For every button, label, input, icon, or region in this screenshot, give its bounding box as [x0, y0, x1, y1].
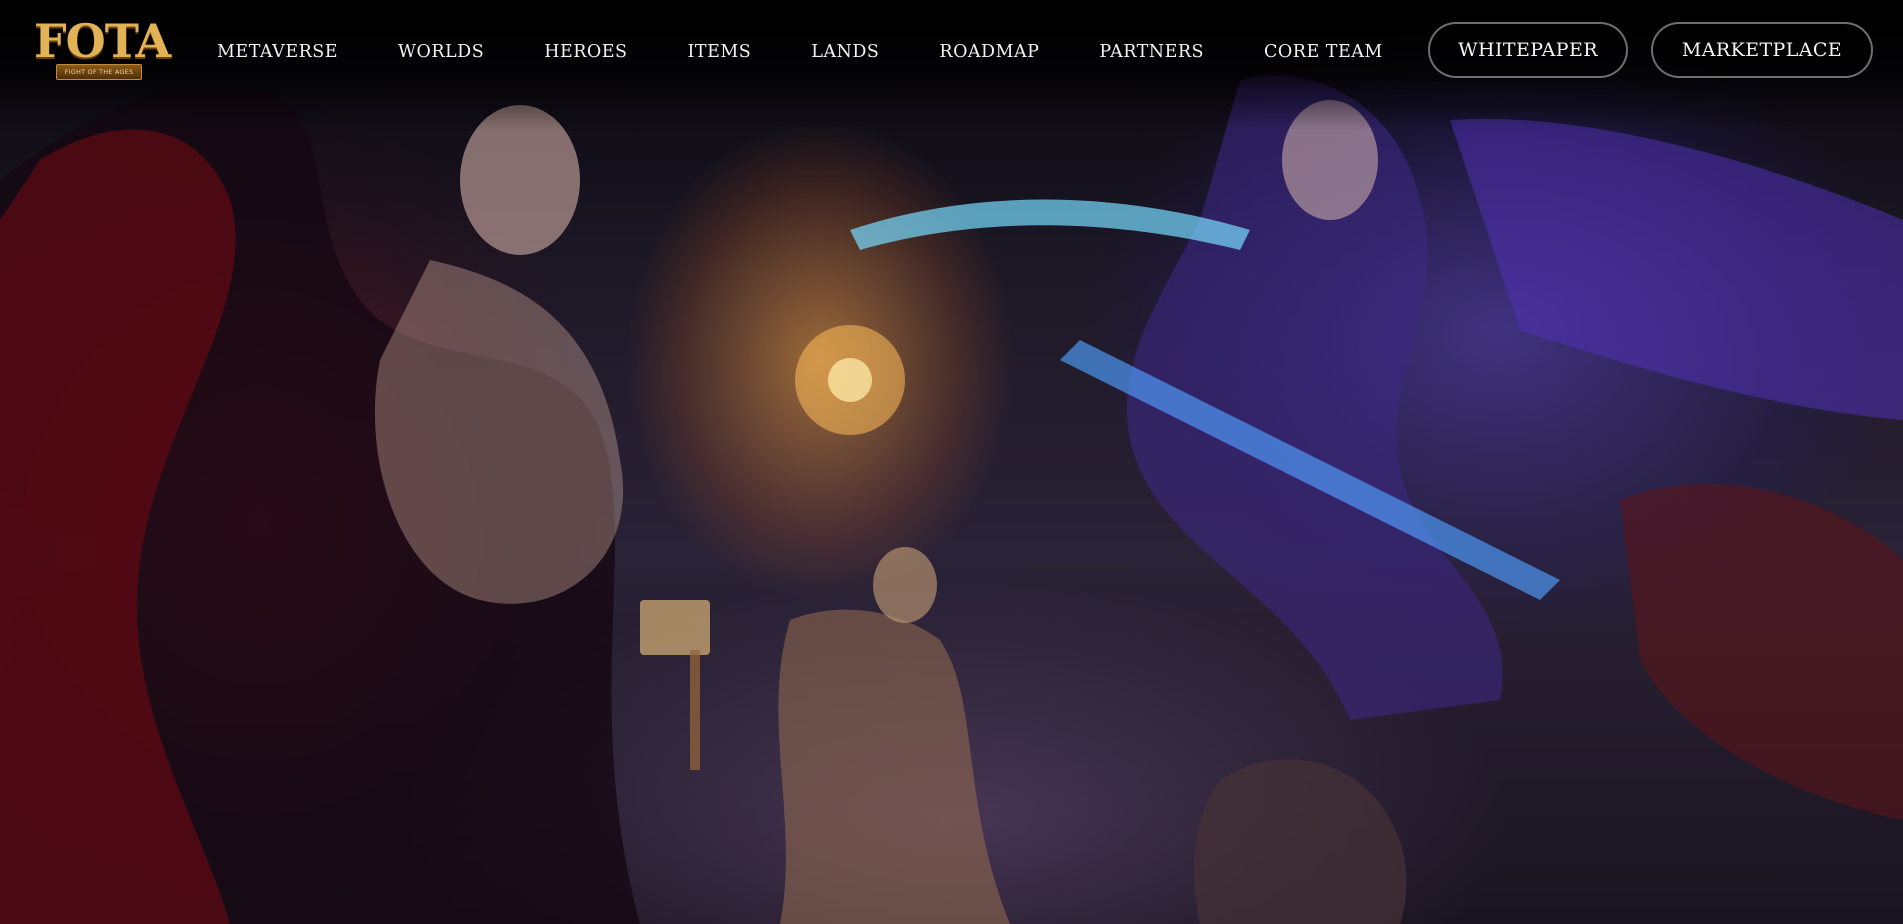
purple-cape-shape [1450, 118, 1903, 420]
main-nav: METAVERSE WORLDS HEROES ITEMS LANDS ROAD… [217, 40, 1383, 64]
fire-orb-core-shape [828, 358, 872, 402]
nav-link-core-team[interactable]: CORE TEAM [1264, 42, 1383, 62]
nav-link-items[interactable]: ITEMS [688, 42, 752, 62]
nav-link-heroes[interactable]: HEROES [544, 42, 627, 62]
marketplace-button[interactable]: MARKETPLACE [1651, 22, 1873, 78]
demon-silhouette [1620, 483, 1903, 820]
warrior-face-shape [873, 547, 937, 623]
hero-artwork-image [0, 75, 1903, 924]
hero-artwork [0, 0, 1903, 924]
nav-link-lands[interactable]: LANDS [811, 42, 879, 62]
hammer-handle-shape [690, 650, 700, 770]
top-navbar: FOTA FIGHT OF THE AGES METAVERSE WORLDS … [0, 0, 1903, 104]
logo-mark: FOTA [34, 14, 171, 68]
hammer-head-shape [640, 600, 710, 655]
nav-link-metaverse[interactable]: METAVERSE [217, 42, 338, 62]
warrior-silhouette [778, 609, 1010, 924]
nav-link-worlds[interactable]: WORLDS [398, 42, 484, 62]
nav-link-roadmap[interactable]: ROADMAP [939, 42, 1039, 62]
logo-subtitle: FIGHT OF THE AGES [56, 64, 142, 80]
beast-silhouette [1194, 759, 1407, 924]
fota-logo[interactable]: FOTA FIGHT OF THE AGES [34, 14, 171, 84]
whitepaper-button[interactable]: WHITEPAPER [1428, 22, 1628, 78]
nav-link-partners[interactable]: PARTNERS [1099, 42, 1204, 62]
